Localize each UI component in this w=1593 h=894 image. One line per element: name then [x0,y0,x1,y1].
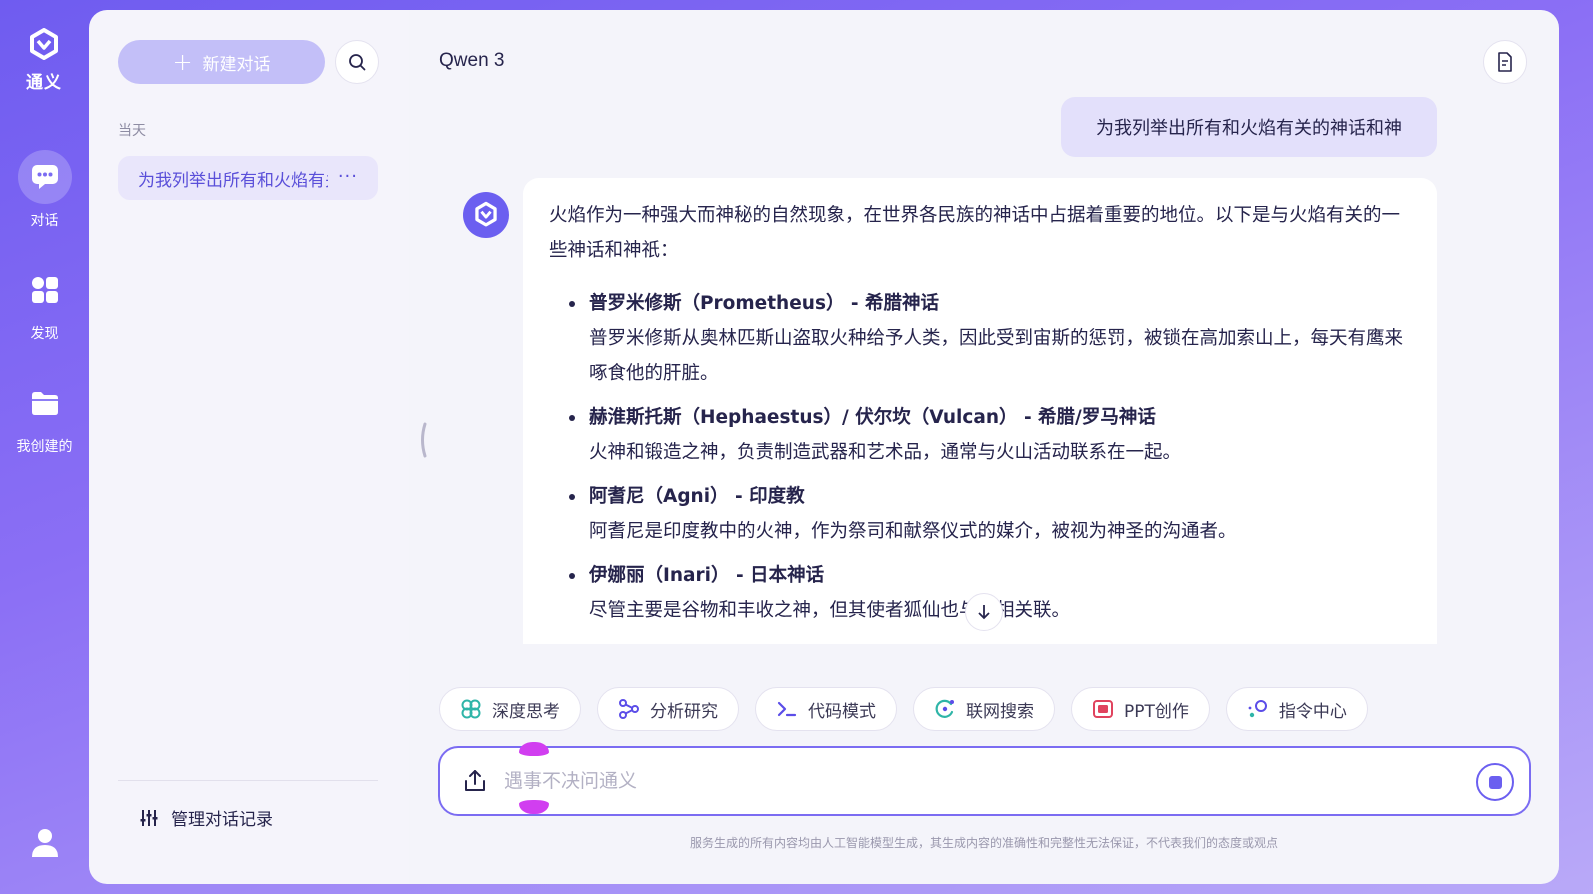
chat-input-box [438,742,1531,816]
document-export-icon [1498,52,1512,72]
tool-label: PPT创作 [1124,701,1189,722]
new-chat-button[interactable]: + 新建对话 [118,40,325,84]
tool-label: 深度思考 [492,701,560,722]
stop-generation-button[interactable] [1476,763,1514,801]
sidebar-collapse-handle[interactable] [419,422,427,458]
assistant-avatar [463,192,509,238]
rail-item-discover[interactable]: 发现 [0,263,89,343]
search-button[interactable] [335,40,379,84]
rail-item-label: 对话 [30,213,59,229]
history-section-label: 当天 [118,123,146,139]
brand-logo[interactable]: 通义 [18,28,70,93]
list-item-title: 赫淮斯托斯（Hephaestus）/ 伏尔坎（Vulcan） - 希腊/罗马神话 [589,407,1156,428]
research-icon [619,699,639,719]
grid-apps-icon [18,263,72,317]
tool-code[interactable]: 代码模式 [755,687,897,731]
ppt-icon [1093,700,1113,718]
tool-label: 代码模式 [808,701,876,722]
list-item-title: 普罗米修斯（Prometheus） - 希腊神话 [589,293,940,314]
chat-main: Qwen 3 为我列举出所有和火焰有关的神话和神 火焰作为一种强大而神秘的自然现… [409,10,1559,884]
user-icon[interactable] [29,826,61,858]
code-icon [777,701,797,717]
list-item-desc: 普罗米修斯从奥林匹斯山盗取火种给予人类，因此受到宙斯的惩罚，被锁在高加索山上，每… [589,328,1404,384]
tongyi-logo-icon [30,28,58,60]
tool-research[interactable]: 分析研究 [597,687,739,731]
list-item-title: 阿耆尼（Agni） - 印度教 [589,486,805,507]
manage-history-button[interactable]: 管理对话记录 [139,805,273,830]
disclaimer: 服务生成的所有内容均由人工智能模型生成，其生成内容的准确性和完整性无法保证，不代… [689,836,1278,850]
text-cursor-handle-top [519,742,549,756]
manage-history-label: 管理对话记录 [171,810,273,830]
tool-label: 分析研究 [650,701,718,722]
history-item-title: 为我列举出所有和火焰有关的神话和神 [138,170,328,191]
deep-think-icon [461,699,481,719]
arrow-down-icon [978,605,990,620]
list-item: 赫淮斯托斯（Hephaestus）/ 伏尔坎（Vulcan） - 希腊/罗马神话… [549,400,1411,470]
folder-icon [18,376,72,430]
list-item-desc: 阿耆尼是印度教中的火神，作为祭司和献祭仪式的媒介，被视为神圣的沟通者。 [589,521,1237,542]
upload-icon[interactable] [462,768,488,794]
prompt-center-icon [1248,700,1267,718]
export-button[interactable] [1483,40,1527,84]
rail-item-label: 我创建的 [16,439,73,455]
more-options-icon[interactable]: ··· [338,166,358,187]
tool-web-search[interactable]: 联网搜索 [913,687,1055,731]
list-item-desc: 火神和锻造之神，负责制造武器和艺术品，通常与火山活动联系在一起。 [589,442,1182,463]
list-item-title: 伊娜丽（Inari） - 日本神话 [589,565,825,586]
new-chat-label: 新建对话 [202,54,271,75]
scroll-to-bottom-button[interactable] [965,593,1003,631]
stop-icon [1488,775,1502,789]
answer-intro: 火焰作为一种强大而神秘的自然现象，在世界各民族的神话中占据着重要的地位。以下是与… [549,205,1401,261]
conversation-sidebar: + 新建对话 当天 为我列举出所有和火焰有关的神话和神 ··· 管理对话记录 [89,10,409,884]
divider [118,780,378,781]
tool-ppt[interactable]: PPT创作 [1071,687,1210,731]
rail-item-created[interactable]: 我创建的 [0,376,89,456]
tongyi-logo-icon [475,201,497,227]
web-search-icon [935,699,954,718]
sliders-icon [140,809,158,826]
left-rail: 通义 对话 发现 我创建的 [0,0,89,894]
chat-input[interactable] [504,764,1404,798]
plus-icon: + [172,48,193,76]
tool-label: 联网搜索 [966,701,1034,722]
tool-deep-think[interactable]: 深度思考 [439,687,581,731]
brand-name: 通义 [26,73,62,93]
assistant-answer: 火焰作为一种强大而神秘的自然现象，在世界各民族的神话中占据着重要的地位。以下是与… [523,178,1437,644]
chat-bubble-icon [17,150,72,204]
rail-item-chat[interactable]: 对话 [0,150,89,230]
tool-prompt-center[interactable]: 指令中心 [1225,687,1368,731]
history-item[interactable]: 为我列举出所有和火焰有关的神话和神 ··· [118,156,378,200]
tool-bar: 深度思考 分析研究 代码模式 联网搜索 PPT创作 指令中心 [439,687,1368,731]
user-message: 为我列举出所有和火焰有关的神话和神 [1061,97,1437,157]
list-item: 普罗米修斯（Prometheus） - 希腊神话 普罗米修斯从奥林匹斯山盗取火种… [549,286,1411,391]
model-name[interactable]: Qwen 3 [439,50,504,72]
text-cursor-handle-bottom [519,800,549,814]
list-item: 阿耆尼（Agni） - 印度教 阿耆尼是印度教中的火神，作为祭司和献祭仪式的媒介… [549,479,1411,549]
answer-list: 普罗米修斯（Prometheus） - 希腊神话 普罗米修斯从奥林匹斯山盗取火种… [549,286,1411,628]
search-icon [349,54,366,71]
rail-item-label: 发现 [30,326,59,342]
tool-label: 指令中心 [1278,701,1347,722]
